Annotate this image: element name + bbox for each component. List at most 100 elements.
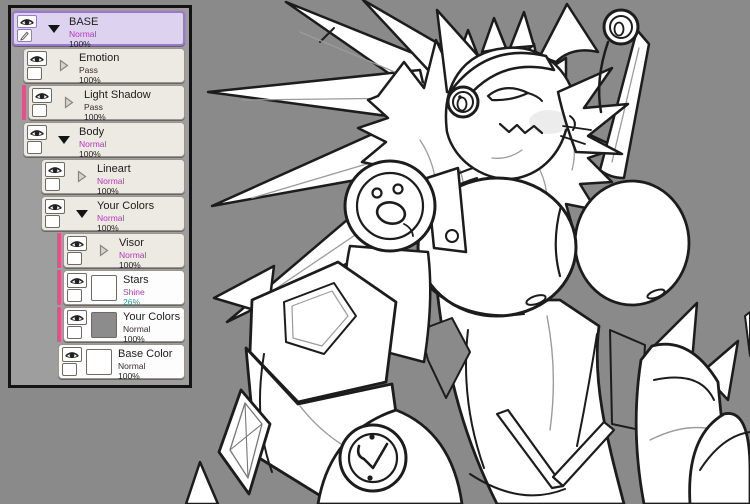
layer-icon-column bbox=[67, 310, 90, 339]
layer-row-light-shadow[interactable]: Light Shadow Pass 100% bbox=[22, 85, 185, 122]
layer-info: Body Normal 100% bbox=[79, 125, 107, 159]
layer-thumbnail-small[interactable] bbox=[45, 215, 60, 228]
active-marker-stripe bbox=[57, 270, 61, 305]
visibility-toggle[interactable] bbox=[32, 88, 52, 103]
layer-opacity: 100% bbox=[79, 74, 101, 85]
layer-opacity: 100% bbox=[97, 222, 119, 233]
layer-thumbnail-small[interactable] bbox=[27, 141, 42, 154]
layer-opacity: 100% bbox=[97, 185, 119, 196]
layer-icon-column bbox=[32, 88, 55, 117]
visibility-toggle[interactable] bbox=[62, 347, 82, 362]
layer-info: Visor Normal 100% bbox=[119, 236, 147, 270]
layer-opacity: 26% bbox=[123, 296, 141, 307]
triangle-right-icon bbox=[99, 244, 109, 257]
eye-icon bbox=[70, 278, 84, 285]
layer-thumbnail-small[interactable] bbox=[27, 67, 42, 80]
layer-info: Your Colors Normal 100% bbox=[123, 310, 181, 344]
layer-name: Light Shadow bbox=[84, 89, 151, 101]
blend-mode: Normal bbox=[97, 212, 125, 223]
layer-icon-column bbox=[45, 162, 68, 191]
layer-info: BASE Normal 100% bbox=[69, 15, 99, 49]
blend-mode: Shine bbox=[123, 286, 145, 297]
triangle-right-icon bbox=[64, 96, 74, 109]
expand-toggle[interactable] bbox=[75, 170, 88, 183]
visibility-toggle[interactable] bbox=[67, 236, 87, 251]
blend-mode: Normal bbox=[79, 138, 107, 149]
layer-info: Emotion Pass 100% bbox=[79, 51, 120, 85]
layer-opacity: 100% bbox=[123, 333, 145, 344]
expand-toggle[interactable] bbox=[75, 209, 88, 218]
triangle-right-icon bbox=[59, 59, 69, 72]
layer-info: Lineart Normal 100% bbox=[97, 162, 131, 196]
layer-thumbnail-small[interactable] bbox=[32, 104, 47, 117]
layer-icon-column bbox=[62, 347, 85, 376]
layer-name: Visor bbox=[119, 237, 144, 249]
layer-name: Emotion bbox=[79, 52, 120, 64]
eye-icon bbox=[70, 315, 84, 322]
visibility-toggle[interactable] bbox=[45, 199, 65, 214]
layer-row-stars[interactable]: Stars Shine 26% bbox=[57, 270, 185, 307]
visibility-toggle[interactable] bbox=[45, 162, 65, 177]
layer-thumbnail-small[interactable] bbox=[45, 178, 60, 191]
layer-thumbnail[interactable] bbox=[86, 348, 112, 375]
layer-info: Your Colors Normal 100% bbox=[97, 199, 155, 233]
layer-thumbnail-small[interactable] bbox=[67, 252, 82, 265]
layer-row-lineart[interactable]: Lineart Normal 100% bbox=[41, 159, 185, 196]
layer-icon-column bbox=[45, 199, 68, 228]
visibility-toggle[interactable] bbox=[17, 15, 37, 28]
clipping-indicator-box[interactable] bbox=[62, 363, 77, 376]
layer-icon-column bbox=[27, 125, 50, 154]
visibility-toggle[interactable] bbox=[27, 51, 47, 66]
layer-opacity: 100% bbox=[79, 148, 101, 159]
layer-icon-column bbox=[17, 15, 40, 42]
clipping-indicator-box[interactable] bbox=[67, 289, 82, 302]
layer-opacity: 100% bbox=[118, 370, 140, 381]
eye-icon bbox=[65, 352, 79, 359]
blend-mode: Normal bbox=[118, 360, 146, 371]
layer-row-visor[interactable]: Visor Normal 100% bbox=[57, 233, 185, 270]
layer-row-your-colors-folder[interactable]: Your Colors Normal 100% bbox=[41, 196, 185, 233]
blend-mode: Normal bbox=[69, 28, 97, 39]
layer-row-base-color[interactable]: Base Color Normal 100% bbox=[58, 344, 185, 381]
expand-toggle[interactable] bbox=[57, 59, 70, 72]
clipping-indicator-box[interactable] bbox=[67, 326, 82, 339]
triangle-down-icon bbox=[75, 209, 88, 218]
layer-row-body[interactable]: Body Normal 100% bbox=[23, 122, 185, 159]
layer-row-your-colors-layer[interactable]: Your Colors Normal 100% bbox=[57, 307, 185, 344]
blend-mode: Normal bbox=[97, 175, 125, 186]
eye-icon bbox=[48, 167, 62, 174]
layer-name: Stars bbox=[123, 274, 149, 286]
expand-toggle[interactable] bbox=[97, 244, 110, 257]
layer-name: BASE bbox=[69, 16, 99, 28]
visibility-toggle[interactable] bbox=[27, 125, 47, 140]
eye-icon bbox=[30, 56, 44, 63]
layer-name: Your Colors bbox=[97, 200, 155, 212]
layer-row-base[interactable]: BASE Normal 100% bbox=[12, 11, 185, 49]
layers-panel: BASE Normal 100% Emotion Pass 100% Light… bbox=[8, 5, 192, 388]
layer-info: Stars Shine 26% bbox=[123, 273, 149, 307]
layer-opacity: 100% bbox=[84, 111, 106, 122]
active-marker-stripe bbox=[57, 307, 61, 342]
layer-opacity: 100% bbox=[119, 259, 141, 270]
blend-mode: Normal bbox=[123, 323, 151, 334]
layer-thumbnail[interactable] bbox=[91, 311, 117, 338]
layer-info: Base Color Normal 100% bbox=[118, 347, 172, 381]
paint-target-indicator[interactable] bbox=[17, 29, 32, 42]
expand-toggle[interactable] bbox=[62, 96, 75, 109]
triangle-down-icon bbox=[47, 24, 60, 33]
triangle-down-icon bbox=[57, 135, 70, 144]
blend-mode: Normal bbox=[119, 249, 147, 260]
eye-icon bbox=[70, 241, 84, 248]
active-marker-stripe bbox=[57, 233, 61, 268]
eye-icon bbox=[35, 93, 49, 100]
layer-icon-column bbox=[27, 51, 50, 80]
visibility-toggle[interactable] bbox=[67, 310, 87, 325]
layer-name: Your Colors bbox=[123, 311, 181, 323]
expand-toggle[interactable] bbox=[47, 24, 60, 33]
visibility-toggle[interactable] bbox=[67, 273, 87, 288]
eye-icon bbox=[20, 19, 34, 26]
expand-toggle[interactable] bbox=[57, 135, 70, 144]
layer-thumbnail[interactable] bbox=[91, 274, 117, 301]
eye-icon bbox=[30, 130, 44, 137]
layer-row-emotion[interactable]: Emotion Pass 100% bbox=[23, 48, 185, 85]
